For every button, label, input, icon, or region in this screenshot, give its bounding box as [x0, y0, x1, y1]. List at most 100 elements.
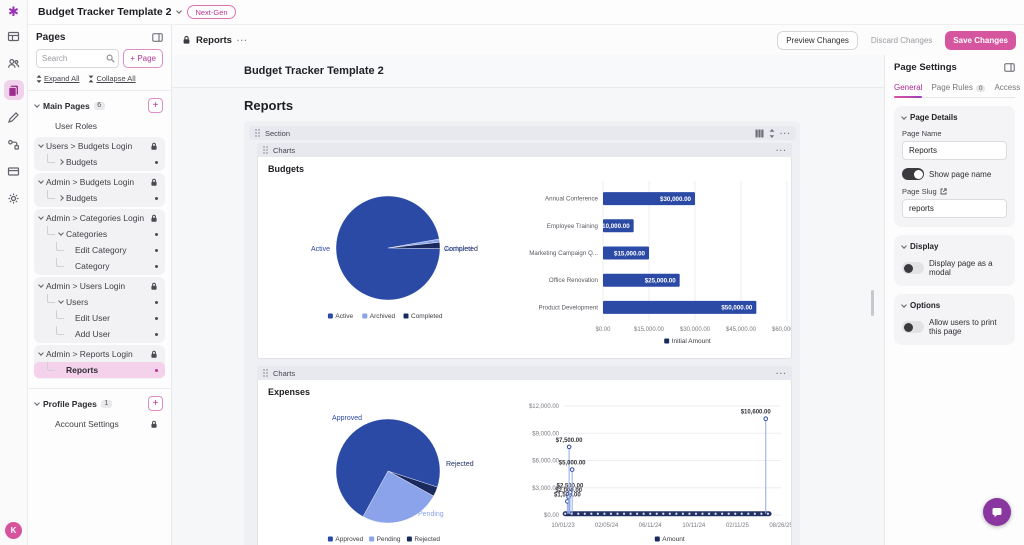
- tree-row[interactable]: User Roles: [34, 118, 165, 134]
- tree-row[interactable]: Users > Budgets Login: [34, 138, 165, 154]
- display-as-modal-toggle[interactable]: [902, 262, 924, 274]
- tab-page-rules[interactable]: Page Rules0: [931, 80, 985, 97]
- tree-connector-icon: [47, 294, 55, 303]
- drag-handle-icon[interactable]: [262, 368, 269, 378]
- charts-component-bar[interactable]: Charts ···: [257, 143, 792, 157]
- tree-row[interactable]: Admin > Budgets Login: [34, 174, 165, 190]
- charts-component-bar[interactable]: Charts ···: [257, 366, 792, 380]
- collapse-all-link[interactable]: Collapse All: [88, 74, 135, 83]
- budibase-logo[interactable]: ✱: [8, 5, 19, 19]
- nav-users[interactable]: [4, 53, 24, 73]
- display-header[interactable]: Display: [902, 242, 1007, 251]
- charts-options-menu[interactable]: ···: [776, 146, 787, 155]
- help-chat-button[interactable]: [983, 498, 1011, 526]
- nav-design[interactable]: [4, 80, 24, 100]
- charts-block-1[interactable]: Charts ··· Budgets ActiveArchivedComplet…: [257, 143, 792, 359]
- expand-vertical-icon[interactable]: [768, 129, 776, 138]
- svg-text:$30,000.00: $30,000.00: [660, 196, 692, 203]
- tab-general[interactable]: General: [894, 80, 922, 97]
- page-name-input[interactable]: [902, 141, 1007, 160]
- tree-connector-icon: [47, 226, 55, 235]
- allow-print-toggle[interactable]: [902, 321, 924, 333]
- chevron-down-icon: [901, 243, 907, 249]
- budgets-status-pie-chart: ActiveArchivedCompletedActiveArchivedCom…: [258, 173, 515, 358]
- nav-data[interactable]: [4, 26, 24, 46]
- tab-access[interactable]: Access: [994, 80, 1020, 97]
- budgets-charts-card[interactable]: Budgets ActiveArchivedCompletedActiveArc…: [257, 157, 792, 359]
- tree-row[interactable]: Edit Category: [34, 242, 165, 258]
- tree-chevron-icon[interactable]: [38, 350, 44, 356]
- svg-text:Pending: Pending: [377, 536, 401, 543]
- tree-row[interactable]: Admin > Categories Login: [34, 210, 165, 226]
- tree-row[interactable]: Admin > Reports Login: [34, 346, 165, 362]
- page-details-header[interactable]: Page Details: [902, 113, 1007, 122]
- collapse-panel-button[interactable]: [152, 33, 163, 42]
- tree-row[interactable]: Add User: [34, 326, 165, 342]
- tree-chevron-icon[interactable]: [38, 282, 44, 288]
- tree-chevron-icon[interactable]: [38, 178, 44, 184]
- expand-all-link[interactable]: Expand All: [36, 74, 79, 83]
- settings-tabs: General Page Rules0 Access: [894, 80, 1015, 98]
- tree-row[interactable]: Account Settings: [34, 416, 165, 432]
- tree-chevron-icon[interactable]: [58, 195, 64, 201]
- tree-row[interactable]: Budgets: [34, 190, 165, 206]
- dot-icon: [155, 161, 158, 164]
- gear-icon: [7, 192, 20, 205]
- app-name[interactable]: Budget Tracker Template 2: [38, 6, 171, 18]
- nav-backups[interactable]: [4, 161, 24, 181]
- collapse-settings-button[interactable]: [1004, 63, 1015, 72]
- charts-options-menu[interactable]: ···: [776, 369, 787, 378]
- drag-handle-icon[interactable]: [254, 128, 261, 138]
- nav-automations[interactable]: [4, 134, 24, 154]
- section-component[interactable]: Section ··· Charts: [244, 121, 800, 545]
- nav-theme[interactable]: [4, 107, 24, 127]
- options-header[interactable]: Options: [902, 301, 1007, 310]
- profile-pages-header[interactable]: Profile Pages 1 +: [28, 393, 171, 414]
- dot-icon: [155, 301, 158, 304]
- tree-chevron-icon[interactable]: [58, 159, 64, 165]
- save-changes-button[interactable]: Save Changes: [945, 31, 1016, 50]
- lock-icon: [150, 142, 158, 151]
- preview-changes-button[interactable]: Preview Changes: [777, 31, 858, 50]
- tree-row[interactable]: Admin > Users Login: [34, 278, 165, 294]
- expenses-charts-card[interactable]: Expenses ApprovedRejectedPendingApproved…: [257, 380, 792, 545]
- tree-row[interactable]: Reports: [34, 362, 165, 378]
- tree-chevron-icon[interactable]: [58, 230, 64, 236]
- tree-row[interactable]: Edit User: [34, 310, 165, 326]
- user-avatar[interactable]: K: [5, 522, 22, 539]
- show-page-name-toggle[interactable]: [902, 168, 924, 180]
- tree-chevron-icon[interactable]: [38, 142, 44, 148]
- columns-icon[interactable]: [755, 129, 764, 138]
- tree-connector-icon: [56, 326, 64, 335]
- preview-scrollbar[interactable]: [871, 290, 874, 316]
- divider: [28, 90, 171, 91]
- nav-settings[interactable]: [4, 188, 24, 208]
- section-component-bar[interactable]: Section ···: [249, 126, 796, 140]
- tree-chevron-icon[interactable]: [38, 214, 44, 220]
- tree-row-label: Admin > Reports Login: [46, 349, 133, 359]
- chevron-down-icon[interactable]: [177, 8, 183, 14]
- drag-handle-icon[interactable]: [262, 145, 269, 155]
- svg-text:$2,500.00: $2,500.00: [556, 483, 583, 489]
- main-pages-header[interactable]: Main Pages 6 +: [28, 95, 171, 116]
- automation-icon: [7, 138, 20, 151]
- section-options-menu[interactable]: ···: [780, 129, 791, 138]
- tree-chevron-icon[interactable]: [58, 298, 64, 304]
- svg-text:$50,000.00: $50,000.00: [721, 305, 753, 312]
- page-options-menu[interactable]: ···: [237, 36, 248, 45]
- chevron-down-icon[interactable]: [34, 400, 40, 406]
- app-preview[interactable]: Budget Tracker Template 2 Reports Sectio…: [172, 55, 884, 545]
- add-page-button[interactable]: + Page: [123, 49, 163, 68]
- add-profile-page-button[interactable]: +: [148, 396, 163, 411]
- add-main-page-button[interactable]: +: [148, 98, 163, 113]
- svg-text:$5,000.00: $5,000.00: [558, 461, 585, 467]
- discard-changes-button[interactable]: Discard Changes: [863, 31, 940, 50]
- tree-row[interactable]: Users: [34, 294, 165, 310]
- tree-row[interactable]: Category: [34, 258, 165, 274]
- chevron-down-icon[interactable]: [34, 102, 40, 108]
- tree-row[interactable]: Budgets: [34, 154, 165, 170]
- external-link-icon[interactable]: [940, 188, 947, 195]
- charts-block-2[interactable]: Charts ··· Expenses ApprovedRejectedPend…: [257, 366, 792, 545]
- page-slug-input[interactable]: [902, 199, 1007, 218]
- tree-row[interactable]: Categories: [34, 226, 165, 242]
